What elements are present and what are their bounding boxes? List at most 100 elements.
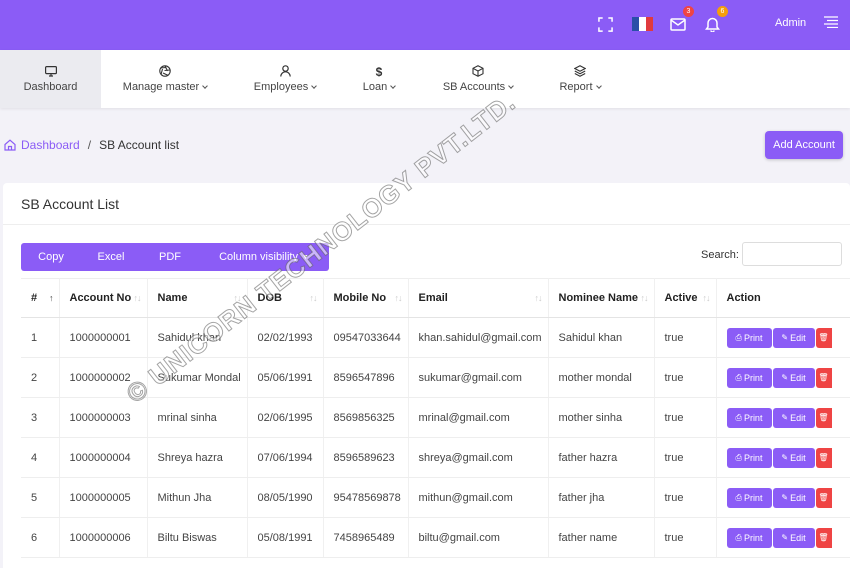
sort-icon: ↑↓ xyxy=(309,293,318,303)
print-label: Print xyxy=(743,412,763,423)
fullscreen-icon[interactable] xyxy=(595,14,615,34)
print-button[interactable]: ⎙ Print xyxy=(726,407,772,428)
printer-icon: ⎙ xyxy=(735,492,742,502)
edit-button[interactable]: ✎ Edit xyxy=(772,327,815,348)
delete-button[interactable]: 🗑 xyxy=(815,367,832,388)
cell-mobile-no: 8596589623 xyxy=(323,437,409,478)
printer-icon: ⎙ xyxy=(735,452,742,462)
nav-item-loan[interactable]: $ Loan xyxy=(352,50,406,108)
cell-active: true xyxy=(654,437,717,478)
print-label: Print xyxy=(743,452,763,463)
printer-icon: ⎙ xyxy=(735,532,742,542)
edit-button[interactable]: ✎ Edit xyxy=(772,487,815,508)
column-header-dob[interactable]: DOB ↑↓ xyxy=(247,278,324,318)
delete-button[interactable]: 🗑 xyxy=(815,447,832,468)
edit-button[interactable]: ✎ Edit xyxy=(772,527,815,548)
nav-item-dashboard[interactable]: Dashboard xyxy=(0,50,101,108)
delete-button[interactable]: 🗑 xyxy=(815,327,832,348)
delete-button[interactable]: 🗑 xyxy=(815,487,832,508)
column-header-name[interactable]: Name ↑↓ xyxy=(147,278,248,318)
hamburger-menu-icon[interactable] xyxy=(824,16,838,30)
column-header-index[interactable]: # ↑ xyxy=(21,278,60,318)
edit-button[interactable]: ✎ Edit xyxy=(772,407,815,428)
cell-account-no: 1000000001 xyxy=(59,317,148,358)
dollar-icon: $ xyxy=(375,65,383,79)
printer-icon: ⎙ xyxy=(735,372,742,382)
edit-button[interactable]: ✎ Edit xyxy=(772,447,815,468)
search-input[interactable] xyxy=(742,242,842,266)
pdf-button[interactable]: PDF xyxy=(141,243,199,271)
chevron-down-icon xyxy=(202,83,209,89)
edit-label: Edit xyxy=(790,492,806,503)
cell-account-no: 1000000005 xyxy=(59,477,148,518)
nav-item-employees[interactable]: Employees xyxy=(243,50,327,108)
cell-name: Mithun Jha xyxy=(147,477,248,518)
admin-user-label[interactable]: Admin xyxy=(775,17,806,29)
print-button[interactable]: ⎙ Print xyxy=(726,527,772,548)
cell-dob: 05/08/1991 xyxy=(247,517,324,558)
cell-nominee-name: mother mondal xyxy=(548,357,655,398)
cell-nominee-name: father name xyxy=(548,517,655,558)
print-button[interactable]: ⎙ Print xyxy=(726,447,772,468)
excel-button[interactable]: Excel xyxy=(81,243,141,271)
cell-nominee-name: father hazra xyxy=(548,437,655,478)
table-row: 5 1000000005 Mithun Jha 08/05/1990 954785698… xyxy=(21,477,850,518)
language-flag-icon[interactable] xyxy=(632,17,653,31)
cell-account-no: 1000000003 xyxy=(59,397,148,438)
accounts-table: # ↑ Account No ↑↓ Name ↑↓ DOB ↑↓ Mobile No ↑↓… xyxy=(21,278,850,558)
column-header-active[interactable]: Active ↑↓ xyxy=(654,278,717,318)
print-button[interactable]: ⎙ Print xyxy=(726,487,772,508)
pencil-icon: ✎ xyxy=(781,373,789,382)
column-header-email[interactable]: Email ↑↓ xyxy=(408,278,549,318)
trash-icon: 🗑 xyxy=(818,453,829,462)
box-icon xyxy=(472,65,484,77)
cell-email: mithun@gmail.com xyxy=(408,477,549,518)
print-button[interactable]: ⎙ Print xyxy=(726,367,772,388)
notification-count-badge: 6 xyxy=(717,6,728,17)
column-visibility-label: Column visibility xyxy=(219,251,298,263)
table-row: 6 1000000006 Biltu Biswas 05/08/1991 7458965… xyxy=(21,517,850,558)
table-body: 1 1000000001 Sahidul khan 02/02/1993 0954703… xyxy=(21,317,850,558)
layers-icon xyxy=(574,65,586,77)
cell-account-no: 1000000004 xyxy=(59,437,148,478)
cell-dob: 02/06/1995 xyxy=(247,397,324,438)
table-row: 3 1000000003 mrinal sinha 02/06/1995 8569856… xyxy=(21,397,850,438)
cell-mobile-no: 8569856325 xyxy=(323,397,409,438)
cell-email: khan.sahidul@gmail.com xyxy=(408,317,549,358)
bell-icon[interactable]: 6 xyxy=(702,6,728,34)
cell-index: 1 xyxy=(21,317,60,358)
printer-icon: ⎙ xyxy=(735,332,742,342)
table-row: 2 1000000002 Sukumar Mondal 05/06/1991 85965… xyxy=(21,357,850,398)
nav-item-sb-accounts[interactable]: SB Accounts xyxy=(432,50,524,108)
nav-label-employees: Employees xyxy=(253,81,309,93)
cell-dob: 02/02/1993 xyxy=(247,317,324,358)
delete-button[interactable]: 🗑 xyxy=(815,527,832,548)
sort-icon: ↑↓ xyxy=(233,293,242,303)
edit-button[interactable]: ✎ Edit xyxy=(772,367,815,388)
mail-icon[interactable]: 3 xyxy=(668,6,694,34)
cell-index: 2 xyxy=(21,357,60,398)
breadcrumb-separator: / xyxy=(87,138,92,152)
column-visibility-button[interactable]: Column visibility ▼ xyxy=(199,243,329,271)
delete-button[interactable]: 🗑 xyxy=(815,407,832,428)
aperture-icon xyxy=(159,65,171,77)
column-header-account-no[interactable]: Account No ↑↓ xyxy=(59,278,148,318)
chevron-down-icon xyxy=(390,83,397,89)
cell-mobile-no: 95478569878 xyxy=(323,477,409,518)
column-header-mobile-no[interactable]: Mobile No ↑↓ xyxy=(323,278,409,318)
print-label: Print xyxy=(743,372,763,383)
copy-button[interactable]: Copy xyxy=(21,243,81,271)
sort-icon: ↑↓ xyxy=(133,293,142,303)
edit-label: Edit xyxy=(790,412,806,423)
nav-item-report[interactable]: Report xyxy=(550,50,610,108)
top-bar: 3 6 Admin xyxy=(0,0,850,50)
print-button[interactable]: ⎙ Print xyxy=(726,327,772,348)
sort-icon: ↑↓ xyxy=(702,293,711,303)
pencil-icon: ✎ xyxy=(781,493,789,502)
nav-item-manage-master[interactable]: Manage master xyxy=(112,50,218,108)
sort-icon: ↑↓ xyxy=(394,293,403,303)
add-account-button[interactable]: Add Account xyxy=(765,131,843,159)
column-header-nominee-name[interactable]: Nominee Name ↑↓ xyxy=(548,278,655,318)
breadcrumb-dashboard-link[interactable]: Dashboard xyxy=(21,138,80,152)
edit-label: Edit xyxy=(790,332,806,343)
